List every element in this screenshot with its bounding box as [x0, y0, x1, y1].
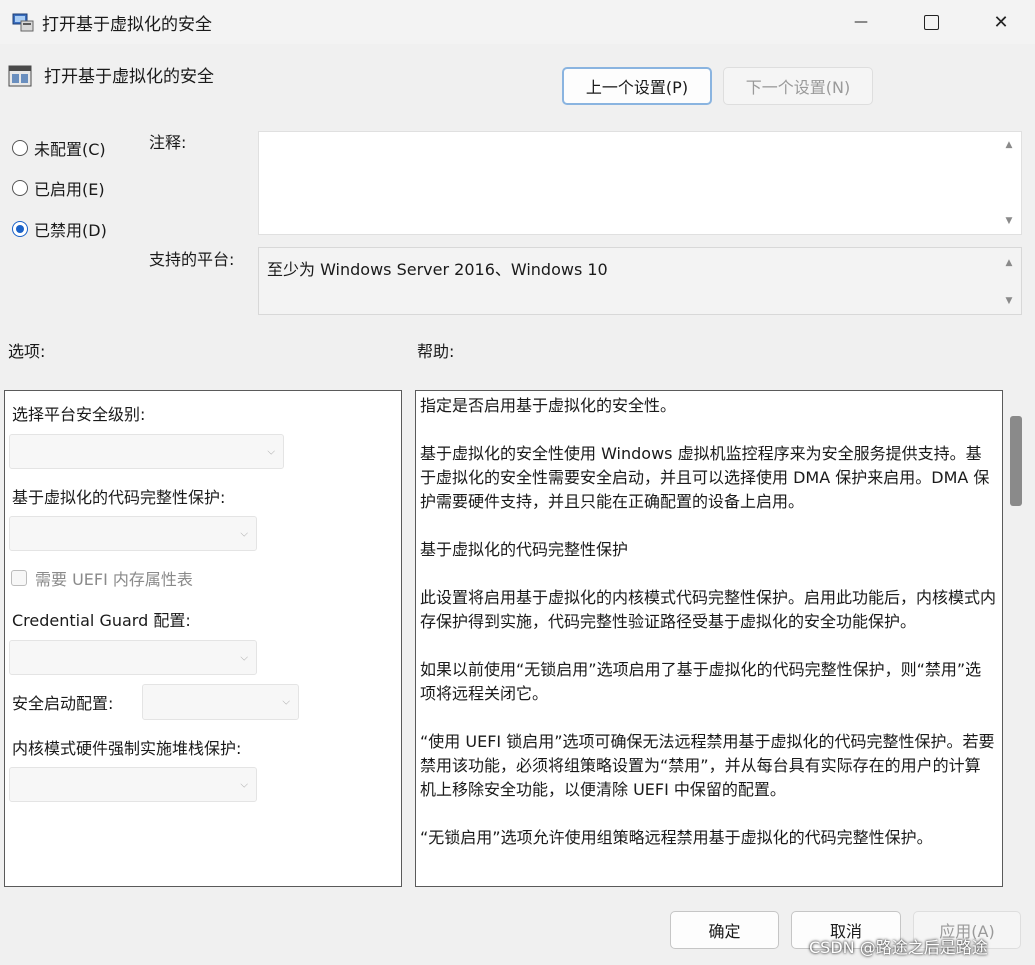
platform-label: 支持的平台: — [149, 250, 235, 269]
comment-scroll-down-icon[interactable]: ▼ — [1001, 216, 1017, 226]
uefi-memory-attributes-label: 需要 UEFI 内存属性表 — [35, 570, 193, 589]
next-setting-button[interactable]: 下一个设置(N) — [723, 67, 873, 105]
code-integrity-label: 基于虚拟化的代码完整性保护: — [12, 488, 226, 507]
chevron-down-icon: ⌵ — [282, 696, 290, 708]
app-icon — [12, 12, 34, 32]
previous-setting-button[interactable]: 上一个设置(P) — [562, 67, 712, 105]
radio-not-configured-label: 未配置(C) — [34, 140, 106, 159]
title-bar: 打开基于虚拟化的安全 — ✕ — [0, 0, 1035, 44]
help-paragraph: 基于虚拟化的安全性使用 Windows 虚拟机监控程序来为安全服务提供支持。基于… — [420, 444, 990, 511]
radio-enabled[interactable]: 已启用(E) — [12, 176, 105, 200]
radio-enabled-label: 已启用(E) — [34, 180, 105, 199]
radio-disabled-label: 已禁用(D) — [34, 221, 107, 240]
platform-scroll-up-icon[interactable]: ▲ — [1001, 258, 1017, 268]
platform-value: 至少为 Windows Server 2016、Windows 10 — [267, 260, 608, 279]
help-scrollbar-thumb[interactable] — [1010, 416, 1022, 506]
secure-launch-label: 安全启动配置: — [12, 694, 114, 713]
help-paragraph: 基于虚拟化的代码完整性保护 — [420, 540, 629, 559]
code-integrity-combo[interactable]: ⌵ — [9, 516, 257, 551]
platform-security-level-label: 选择平台安全级别: — [12, 405, 146, 424]
radio-disabled-indicator[interactable] — [12, 221, 28, 237]
comment-textarea[interactable]: ▲ ▼ — [258, 131, 1022, 235]
uefi-memory-attributes-checkbox[interactable] — [11, 570, 27, 586]
window-title: 打开基于虚拟化的安全 — [42, 15, 212, 35]
uefi-memory-attributes-checkbox-row[interactable]: 需要 UEFI 内存属性表 — [11, 566, 193, 590]
ok-button[interactable]: 确定 — [670, 911, 779, 949]
kernel-stack-protection-combo[interactable]: ⌵ — [9, 767, 257, 802]
help-paragraph: 如果以前使用“无锁启用”选项启用了基于虚拟化的代码完整性保护，则“禁用”选项将远… — [420, 660, 982, 703]
close-button[interactable]: ✕ — [966, 0, 1035, 44]
kernel-stack-protection-label: 内核模式硬件强制实施堆栈保护: — [12, 739, 242, 758]
chevron-down-icon: ⌵ — [240, 779, 248, 790]
watermark: CSDN @路途之后是路途 — [809, 938, 988, 957]
help-paragraph: 指定是否启用基于虚拟化的安全性。 — [420, 396, 677, 415]
platform-security-level-combo[interactable]: ⌵ — [9, 434, 284, 469]
comment-scroll-up-icon[interactable]: ▲ — [1001, 140, 1017, 150]
options-section-label: 选项: — [8, 342, 46, 361]
help-paragraph: 此设置将启用基于虚拟化的内核模式代码完整性保护。启用此功能后，内核模式内存保护得… — [420, 588, 996, 631]
radio-enabled-indicator[interactable] — [12, 180, 28, 196]
radio-disabled[interactable]: 已禁用(D) — [12, 217, 107, 241]
minimize-icon: — — [854, 14, 868, 30]
help-paragraph: “无锁启用”选项允许使用组策略远程禁用基于虚拟化的代码完整性保护。 — [420, 828, 933, 847]
credential-guard-label: Credential Guard 配置: — [12, 611, 191, 630]
radio-not-configured[interactable]: 未配置(C) — [12, 136, 106, 160]
policy-title: 打开基于虚拟化的安全 — [44, 67, 214, 87]
credential-guard-combo[interactable]: ⌵ — [9, 640, 257, 675]
radio-not-configured-indicator[interactable] — [12, 140, 28, 156]
minimize-button[interactable]: — — [826, 0, 896, 44]
chevron-down-icon: ⌵ — [240, 652, 248, 663]
secure-launch-combo[interactable]: ⌵ — [142, 684, 299, 720]
policy-icon — [8, 64, 32, 88]
maximize-button[interactable] — [896, 0, 966, 44]
platform-scroll-down-icon[interactable]: ▼ — [1001, 296, 1017, 306]
help-text: 指定是否启用基于虚拟化的安全性。 基于虚拟化的安全性使用 Windows 虚拟机… — [420, 394, 996, 884]
close-icon: ✕ — [993, 11, 1009, 33]
comment-label: 注释: — [149, 133, 187, 152]
chevron-down-icon: ⌵ — [240, 528, 248, 539]
maximize-icon — [923, 14, 939, 30]
chevron-down-icon: ⌵ — [267, 446, 275, 457]
help-section-label: 帮助: — [417, 342, 455, 361]
platform-box: 至少为 Windows Server 2016、Windows 10 ▲ ▼ — [258, 247, 1022, 315]
help-paragraph: “使用 UEFI 锁启用”选项可确保无法远程禁用基于虚拟化的代码完整性保护。若要… — [420, 732, 995, 799]
